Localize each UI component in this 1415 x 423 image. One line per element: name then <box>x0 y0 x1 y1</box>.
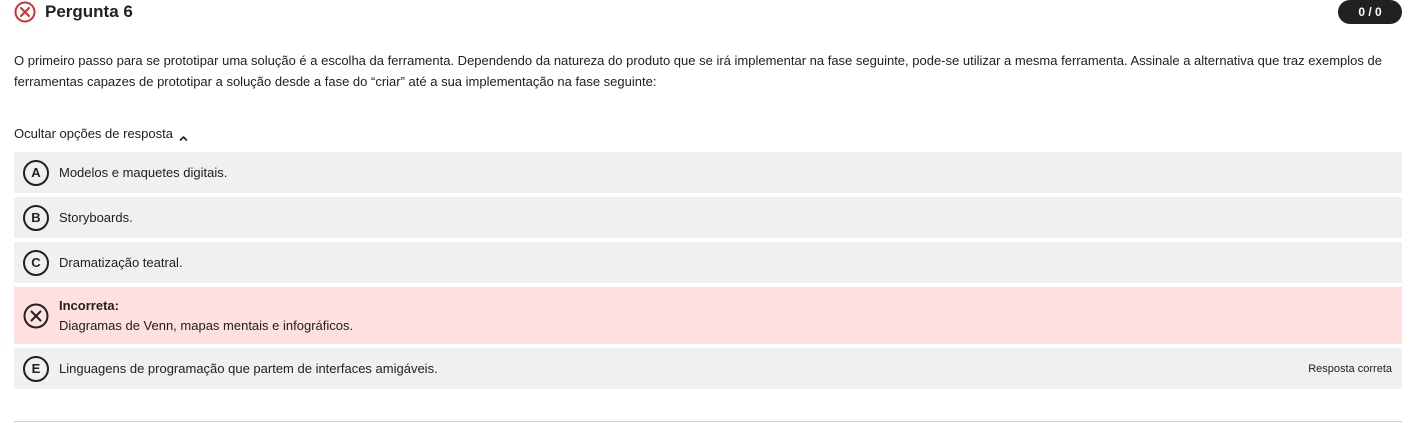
question-text: O primeiro passo para se prototipar uma … <box>14 53 1382 89</box>
option-d-incorrect[interactable]: Incorreta: Diagramas de Venn, mapas ment… <box>14 287 1402 344</box>
option-text-c: Dramatização teatral. <box>59 254 183 270</box>
question-title: Pergunta 6 <box>45 2 133 21</box>
question-card: Pergunta 6 0 / 0 O primeiro passo para s… <box>0 0 1415 423</box>
option-a[interactable]: A Modelos e maquetes digitais. <box>14 152 1402 193</box>
x-circle-icon <box>23 303 49 329</box>
option-letter-a: A <box>23 159 49 186</box>
chevron-up-icon <box>179 130 188 141</box>
score-badge: 0 / 0 <box>1338 0 1402 24</box>
option-b[interactable]: B Storyboards. <box>14 197 1402 238</box>
option-c[interactable]: C Dramatização teatral. <box>14 242 1402 283</box>
question-header: Pergunta 6 0 / 0 <box>14 0 1402 24</box>
option-text-a: Modelos e maquetes digitais. <box>59 164 228 180</box>
option-text-e: Linguagens de programação que partem de … <box>59 360 438 376</box>
correct-answer-tag: Resposta correta <box>1308 362 1392 375</box>
option-letter-c: C <box>23 249 49 276</box>
divider <box>14 421 1402 422</box>
toggle-label: Ocultar opções de resposta <box>14 126 173 141</box>
hide-options-toggle[interactable]: Ocultar opções de resposta <box>14 125 188 143</box>
option-letter-b: B <box>23 204 49 231</box>
option-letter-e: E <box>23 355 49 382</box>
option-e[interactable]: E Linguagens de programação que partem d… <box>14 348 1402 389</box>
x-circle-icon <box>14 1 36 23</box>
incorrect-label: Incorreta: <box>59 298 119 313</box>
option-text-b: Storyboards. <box>59 209 133 225</box>
option-text-d: Diagramas de Venn, mapas mentais e infog… <box>59 318 354 333</box>
